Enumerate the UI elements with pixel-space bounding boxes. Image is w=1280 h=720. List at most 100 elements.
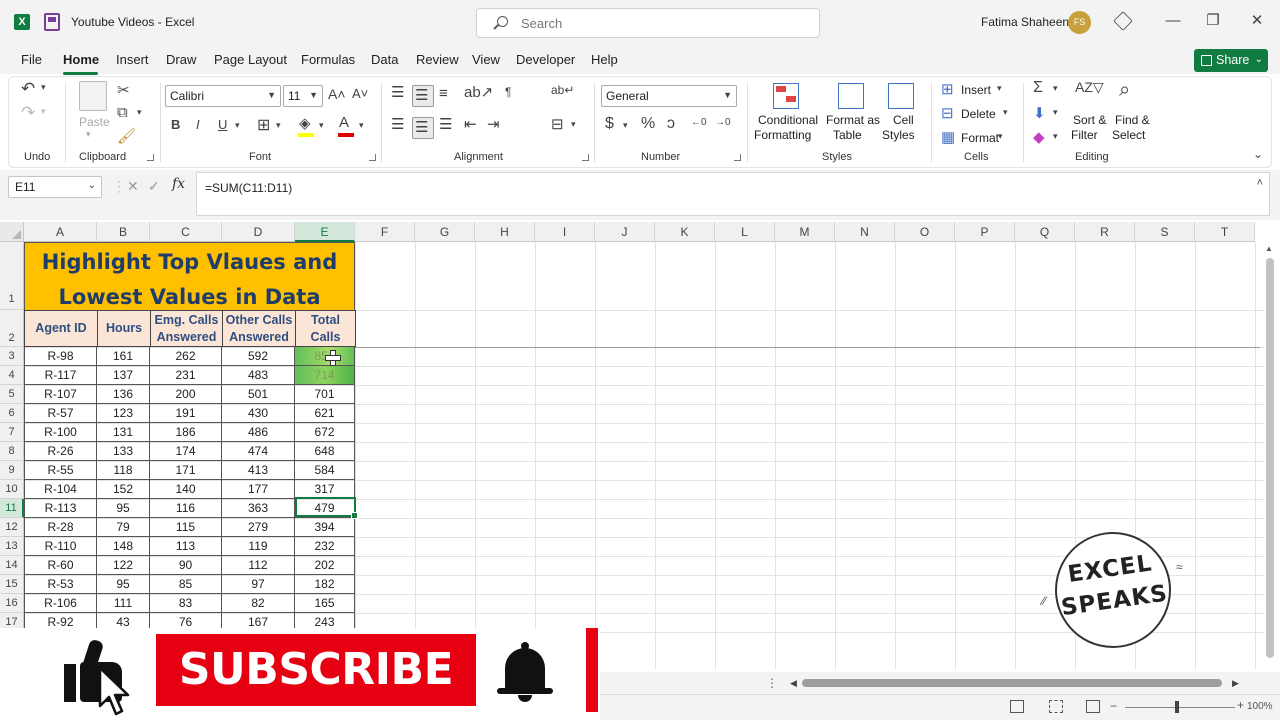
table-cell[interactable]: 95 <box>97 575 150 594</box>
agent-id-cell[interactable]: R-110 <box>24 537 97 556</box>
chevron-down-icon[interactable]: ▾ <box>1053 107 1058 118</box>
worksheet-grid[interactable]: ABCDEFGHIJKLMNOPQRST 1 2 3 4 5 6 7 8 9 10 11 12 13 14… <box>0 222 1280 670</box>
table-cell[interactable]: 122 <box>97 556 150 575</box>
menu-review[interactable]: Review <box>416 52 459 67</box>
table-cell[interactable]: 165 <box>295 594 355 613</box>
avatar[interactable]: FS <box>1068 11 1091 34</box>
menu-formulas[interactable]: Formulas <box>301 52 355 67</box>
chevron-down-icon[interactable]: ▾ <box>41 82 46 93</box>
normal-view-icon[interactable] <box>1010 700 1024 713</box>
sort-filter-label-1[interactable]: Sort & <box>1073 113 1106 127</box>
table-cell[interactable]: 85 <box>150 575 222 594</box>
format-cells-icon[interactable]: ▦ <box>941 128 955 146</box>
table-cell[interactable]: 279 <box>222 518 295 537</box>
table-cell[interactable]: 363 <box>222 499 295 518</box>
font-color-icon[interactable]: A <box>339 114 349 131</box>
chevron-down-icon[interactable]: ▾ <box>571 119 576 130</box>
table-cell[interactable]: 83 <box>150 594 222 613</box>
agent-id-cell[interactable]: R-117 <box>24 366 97 385</box>
cancel-icon[interactable]: ✕ <box>127 178 139 195</box>
column-header-g[interactable]: G <box>415 222 475 242</box>
row-header-11[interactable]: 11 <box>0 499 24 518</box>
format-as-table-label-1[interactable]: Format as <box>826 113 880 127</box>
table-cell[interactable]: 430 <box>222 404 295 423</box>
number-format-select[interactable]: General ▼ <box>601 85 737 107</box>
table-cell[interactable]: 262 <box>150 347 222 366</box>
cut-icon[interactable]: ✂ <box>117 81 130 99</box>
table-cell[interactable]: 152 <box>97 480 150 499</box>
close-icon[interactable]: ✕ <box>1248 12 1266 30</box>
vertical-scroll-thumb[interactable] <box>1266 258 1274 658</box>
find-icon[interactable]: ⌕ <box>1119 79 1130 102</box>
chevron-down-icon[interactable]: ▾ <box>1053 131 1058 142</box>
table-cell[interactable]: 474 <box>222 442 295 461</box>
agent-id-cell[interactable]: R-100 <box>24 423 97 442</box>
zoom-slider-thumb[interactable] <box>1175 701 1179 713</box>
format-as-table-icon[interactable] <box>838 83 864 109</box>
redo-icon[interactable]: ↷ <box>21 103 35 123</box>
column-header-c[interactable]: C <box>150 222 222 242</box>
chevron-down-icon[interactable]: ▾ <box>235 120 240 131</box>
restore-icon[interactable]: ❐ <box>1204 12 1222 30</box>
borders-icon[interactable]: ⊞ <box>257 115 270 135</box>
column-header-cell[interactable]: Emg. Calls Answered <box>150 310 223 347</box>
table-cell[interactable]: 137 <box>97 366 150 385</box>
agent-id-cell[interactable]: R-57 <box>24 404 97 423</box>
table-cell[interactable]: 171 <box>150 461 222 480</box>
agent-id-cell[interactable]: R-26 <box>24 442 97 461</box>
column-header-h[interactable]: H <box>475 222 535 242</box>
table-cell[interactable]: 186 <box>150 423 222 442</box>
table-cell[interactable]: 116 <box>150 499 222 518</box>
chevron-down-icon[interactable]: ▾ <box>276 120 281 131</box>
formula-input[interactable]: =SUM(C11:D11) ˄ <box>196 172 1270 216</box>
column-header-e[interactable]: E <box>295 222 355 242</box>
column-header-r[interactable]: R <box>1075 222 1135 242</box>
save-icon[interactable] <box>44 13 60 31</box>
column-header-f[interactable]: F <box>355 222 415 242</box>
column-header-i[interactable]: I <box>535 222 595 242</box>
italic-icon[interactable]: I <box>196 117 200 132</box>
align-bottom-icon[interactable]: ≡ <box>439 85 448 102</box>
column-header-o[interactable]: O <box>895 222 955 242</box>
table-cell[interactable]: 79 <box>97 518 150 537</box>
row-header-5[interactable]: 5 <box>0 385 24 404</box>
table-cell[interactable]: 672 <box>295 423 355 442</box>
align-top-icon[interactable]: ☰ <box>391 83 404 101</box>
agent-id-cell[interactable]: R-98 <box>24 347 97 366</box>
table-cell[interactable]: 191 <box>150 404 222 423</box>
table-cell[interactable]: 394 <box>295 518 355 537</box>
insert-label[interactable]: Insert <box>961 83 991 97</box>
table-cell[interactable]: 413 <box>222 461 295 480</box>
table-cell[interactable]: 161 <box>97 347 150 366</box>
delete-cells-icon[interactable]: ⊟ <box>941 104 954 122</box>
zoom-slider[interactable] <box>1125 707 1235 708</box>
scroll-right-icon[interactable]: ▶ <box>1232 678 1239 689</box>
number-launcher-icon[interactable] <box>734 154 741 161</box>
insert-function-icon[interactable]: fx <box>172 176 185 192</box>
autosum-icon[interactable]: Σ <box>1033 79 1043 97</box>
column-header-cell[interactable]: Agent ID <box>24 310 98 347</box>
row-header-12[interactable]: 12 <box>0 518 24 537</box>
zoom-in-icon[interactable]: + <box>1237 698 1244 712</box>
agent-id-cell[interactable]: R-106 <box>24 594 97 613</box>
zoom-level[interactable]: 100% <box>1247 701 1273 712</box>
increase-font-icon[interactable]: A˄ <box>328 86 346 102</box>
row-header-16[interactable]: 16 <box>0 594 24 613</box>
scroll-up-icon[interactable]: ▲ <box>1265 244 1273 253</box>
decrease-indent-icon[interactable]: ⇤ <box>464 115 477 133</box>
column-header-d[interactable]: D <box>222 222 295 242</box>
table-cell[interactable]: 118 <box>97 461 150 480</box>
undo-icon[interactable]: ↶ <box>21 79 35 99</box>
column-header-m[interactable]: M <box>775 222 835 242</box>
menu-draw[interactable]: Draw <box>166 52 196 67</box>
percent-icon[interactable]: % <box>641 115 655 133</box>
table-cell[interactable]: 202 <box>295 556 355 575</box>
table-cell[interactable]: 501 <box>222 385 295 404</box>
chevron-down-icon[interactable]: ▾ <box>319 120 324 131</box>
table-cell[interactable]: 136 <box>97 385 150 404</box>
row-header-3[interactable]: 3 <box>0 347 24 366</box>
decrease-font-icon[interactable]: A˅ <box>352 86 368 101</box>
cell-styles-icon[interactable] <box>888 83 914 109</box>
horizontal-scroll-thumb[interactable] <box>802 679 1222 687</box>
insert-cells-icon[interactable]: ⊞ <box>941 80 954 98</box>
